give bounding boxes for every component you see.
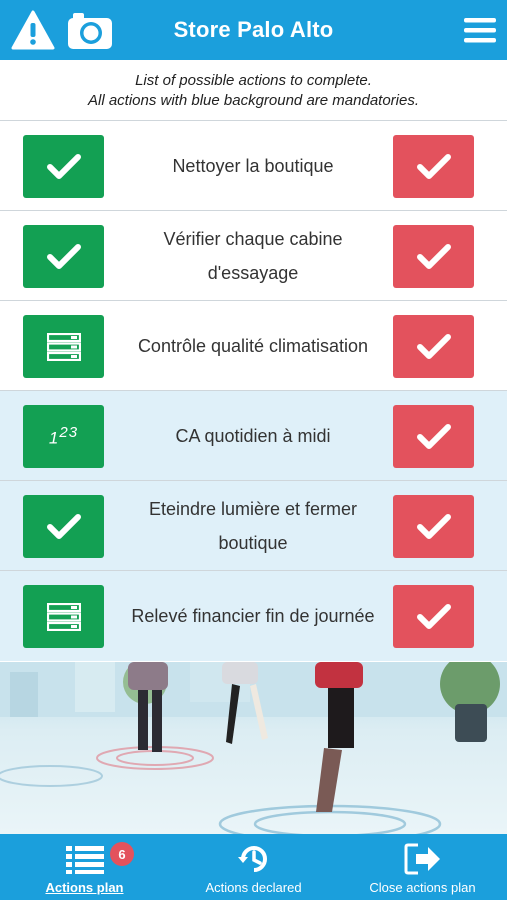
history-icon — [237, 842, 271, 876]
action-row: 123 CA quotidien à midi — [0, 391, 507, 481]
checkmark-icon — [46, 513, 81, 539]
checkmark-icon — [416, 513, 451, 539]
action-label: CA quotidien à midi — [175, 426, 331, 446]
store-background-image — [0, 662, 507, 834]
tab-label: Actions plan — [45, 880, 124, 895]
form-button[interactable] — [23, 585, 104, 648]
validate-button[interactable] — [23, 495, 104, 558]
validate-button[interactable] — [23, 225, 104, 288]
action-row: Relevé financier fin de journée — [0, 571, 507, 661]
actions-list: Nettoyer la boutique Vérifier chaque cab… — [0, 121, 507, 661]
tab-label: Actions declared — [205, 880, 302, 895]
hamburger-menu-icon[interactable] — [461, 8, 499, 52]
warning-icon[interactable] — [10, 8, 56, 52]
checkmark-icon — [46, 153, 81, 179]
action-row: Eteindre lumière et fermer boutique — [0, 481, 507, 571]
camera-icon[interactable] — [67, 8, 113, 52]
checkmark-icon — [46, 243, 81, 269]
action-row: Contrôle qualité climatisation — [0, 301, 507, 391]
action-row: Vérifier chaque cabine d'essayage — [0, 211, 507, 301]
instructions-line-2: All actions with blue background are man… — [87, 92, 420, 109]
refuse-button[interactable] — [393, 495, 474, 558]
action-row: Nettoyer la boutique — [0, 121, 507, 211]
app-header: Store Palo Alto — [0, 0, 507, 60]
action-label: Vérifier chaque cabine d'essayage — [163, 229, 343, 283]
action-label: Contrôle qualité climatisation — [137, 336, 369, 356]
action-label: Eteindre lumière et fermer boutique — [148, 499, 358, 553]
bottom-tab-bar: 6 Actions plan Actions declared Close ac… — [0, 834, 507, 900]
list-form-icon — [46, 332, 81, 361]
checkmark-icon — [416, 333, 451, 359]
numeric-input-button[interactable]: 123 — [23, 405, 104, 468]
tab-close-actions-plan[interactable]: Close actions plan — [338, 834, 507, 900]
instructions-banner: List of possible actions to complete. Al… — [0, 60, 507, 121]
action-label: Relevé financier fin de journée — [131, 606, 375, 626]
tab-actions-declared[interactable]: Actions declared — [169, 834, 338, 900]
refuse-button[interactable] — [393, 135, 474, 198]
checkmark-icon — [416, 153, 451, 179]
refuse-button[interactable] — [393, 405, 474, 468]
instructions-line-1: List of possible actions to complete. — [135, 72, 372, 89]
list-icon — [65, 842, 104, 876]
tab-actions-plan[interactable]: 6 Actions plan — [0, 834, 169, 900]
checkmark-icon — [416, 243, 451, 269]
form-button[interactable] — [23, 315, 104, 378]
numbers-icon: 123 — [48, 424, 79, 448]
exit-icon — [404, 842, 442, 876]
validate-button[interactable] — [23, 135, 104, 198]
notification-badge: 6 — [110, 842, 134, 866]
tab-label: Close actions plan — [369, 880, 476, 895]
refuse-button[interactable] — [393, 315, 474, 378]
refuse-button[interactable] — [393, 225, 474, 288]
list-form-icon — [46, 602, 81, 631]
action-label: Nettoyer la boutique — [172, 156, 334, 176]
checkmark-icon — [416, 603, 451, 629]
checkmark-icon — [416, 423, 451, 449]
refuse-button[interactable] — [393, 585, 474, 648]
